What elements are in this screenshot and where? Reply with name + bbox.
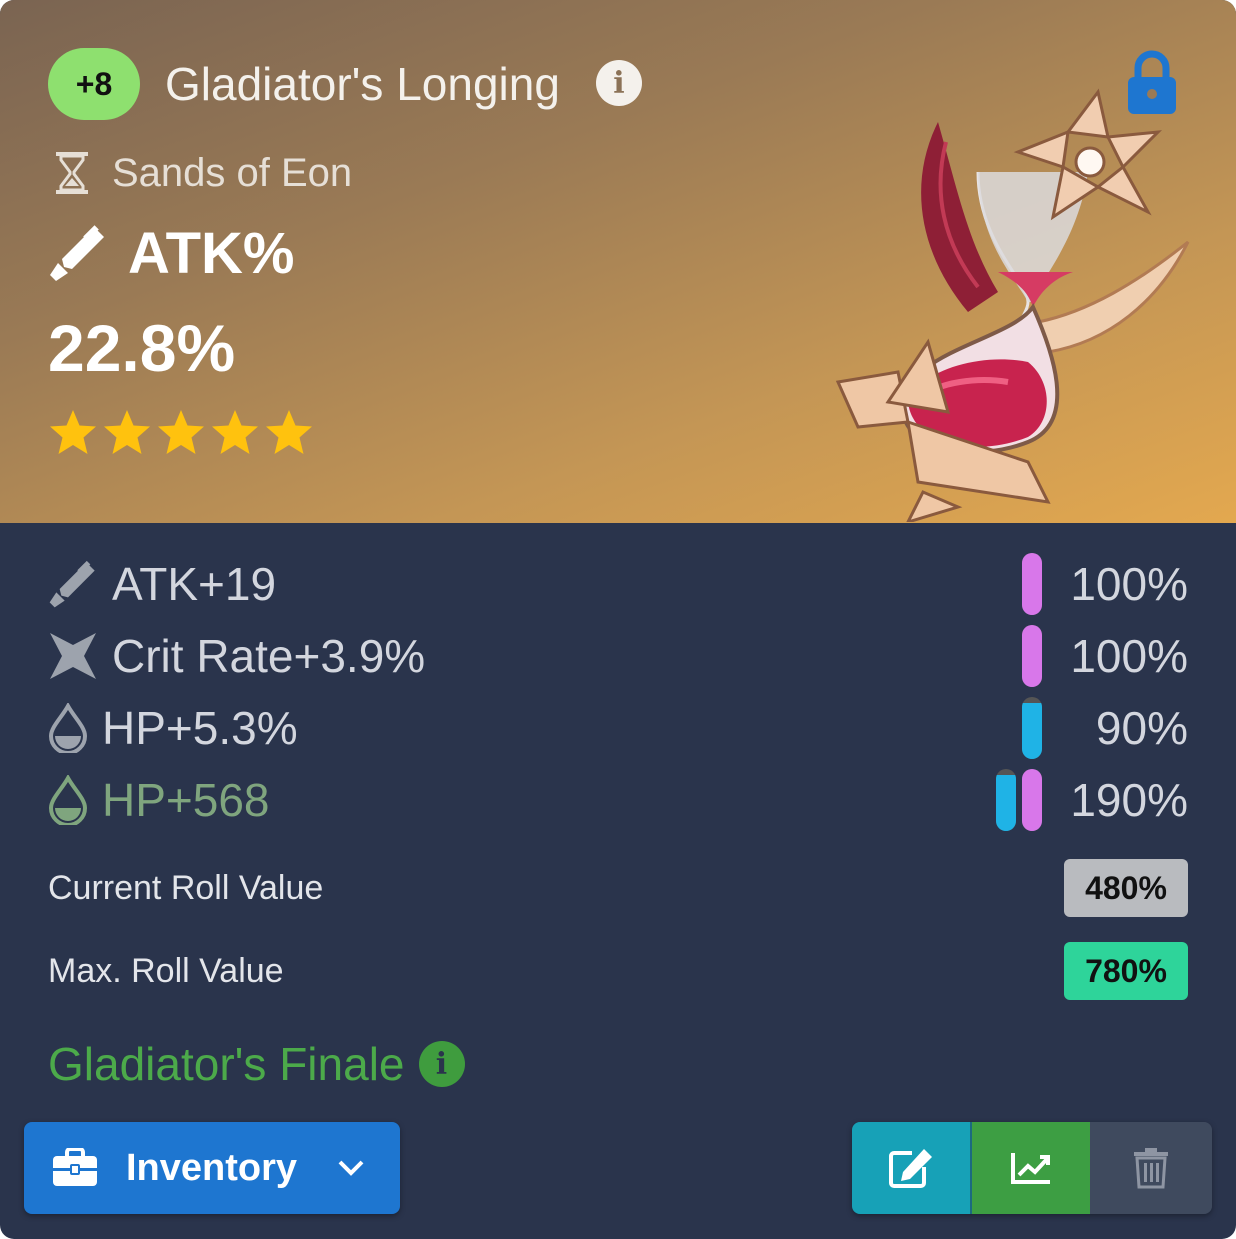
star-icon — [158, 410, 204, 454]
star-icon — [212, 410, 258, 454]
substat-percent: 100% — [1070, 558, 1188, 610]
hp-drop-icon — [48, 703, 88, 753]
artifact-image — [835, 88, 1190, 522]
main-stat-row: ATK% — [48, 218, 294, 288]
edit-icon — [889, 1149, 932, 1188]
inventory-dropdown-button[interactable]: Inventory — [24, 1122, 400, 1214]
star-icon — [266, 410, 312, 454]
level-badge: +8 — [48, 48, 140, 120]
roll-bars — [1022, 697, 1042, 759]
artifact-card: +8 Gladiator's Longing i Sands of Eon AT — [0, 0, 1236, 1239]
info-icon[interactable]: i — [596, 60, 642, 106]
chevron-down-icon — [338, 1160, 364, 1176]
substat-row: ATK+19 100% — [0, 551, 1236, 617]
hp-drop-icon — [48, 775, 88, 825]
roll-bar — [1022, 553, 1042, 615]
max-roll-value-badge: 780% — [1064, 942, 1188, 1000]
rarity-stars — [48, 408, 314, 458]
set-row: Gladiator's Finale i — [48, 1036, 465, 1092]
artifact-header: +8 Gladiator's Longing i Sands of Eon AT — [0, 0, 1236, 523]
main-stat-label: ATK% — [128, 220, 295, 286]
current-roll-value-label: Current Roll Value — [48, 869, 324, 907]
slot-row: Sands of Eon — [52, 148, 352, 198]
edit-button[interactable] — [852, 1122, 970, 1214]
substat-label: HP+5.3% — [102, 702, 298, 754]
star-icon — [104, 410, 150, 454]
slot-label: Sands of Eon — [112, 150, 353, 195]
set-name[interactable]: Gladiator's Finale — [48, 1037, 405, 1091]
stats-chart-button[interactable] — [970, 1122, 1090, 1214]
current-roll-value-badge: 480% — [1064, 859, 1188, 917]
current-roll-value-row: Current Roll Value 480% — [48, 859, 1188, 917]
roll-bar — [996, 769, 1016, 831]
artifact-name: Gladiator's Longing — [165, 58, 560, 110]
star-icon — [50, 410, 96, 454]
hourglass-icon — [56, 152, 88, 194]
substat-row: Crit Rate+3.9% 100% — [0, 623, 1236, 689]
max-roll-value-label: Max. Roll Value — [48, 952, 284, 990]
chart-line-icon — [1011, 1153, 1050, 1184]
crit-star-icon — [50, 633, 96, 679]
substat-row: HP+568 190% — [0, 767, 1236, 833]
substat-label: ATK+19 — [112, 558, 277, 610]
roll-bars — [996, 769, 1042, 831]
briefcase-icon — [53, 1148, 97, 1186]
main-stat-value: 22.8% — [48, 311, 236, 385]
inventory-label: Inventory — [126, 1146, 298, 1189]
roll-bars — [1022, 625, 1042, 687]
action-button-group — [852, 1122, 1212, 1214]
substat-percent: 100% — [1070, 630, 1188, 682]
roll-bar — [1022, 697, 1042, 759]
set-info-icon[interactable]: i — [418, 1041, 465, 1087]
sword-icon — [50, 225, 104, 281]
substat-label: HP+568 — [102, 774, 270, 826]
delete-button[interactable] — [1090, 1122, 1212, 1214]
substat-row: HP+5.3% 90% — [0, 695, 1236, 761]
max-roll-value-row: Max. Roll Value 780% — [48, 942, 1188, 1000]
substat-percent: 190% — [1070, 774, 1188, 826]
roll-bars — [1022, 553, 1042, 615]
trash-icon — [1134, 1148, 1168, 1189]
roll-bar — [1022, 769, 1042, 831]
sword-icon — [49, 560, 95, 608]
roll-bar — [1022, 625, 1042, 687]
substat-label: Crit Rate+3.9% — [112, 630, 426, 682]
substat-percent: 90% — [1095, 702, 1188, 754]
